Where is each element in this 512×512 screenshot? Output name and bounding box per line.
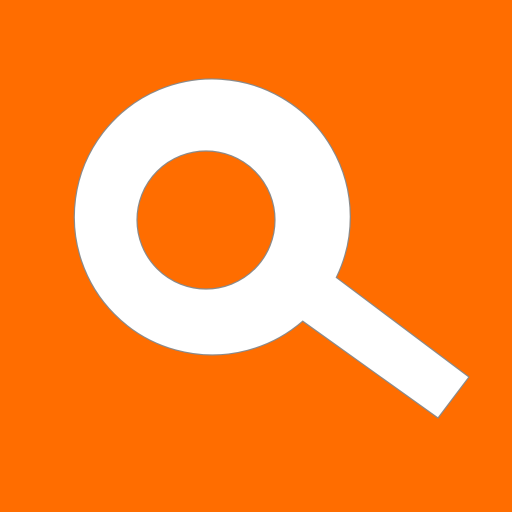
icon-background <box>0 0 512 512</box>
app-icon-tile[interactable] <box>0 0 512 512</box>
search-icon <box>0 0 512 512</box>
